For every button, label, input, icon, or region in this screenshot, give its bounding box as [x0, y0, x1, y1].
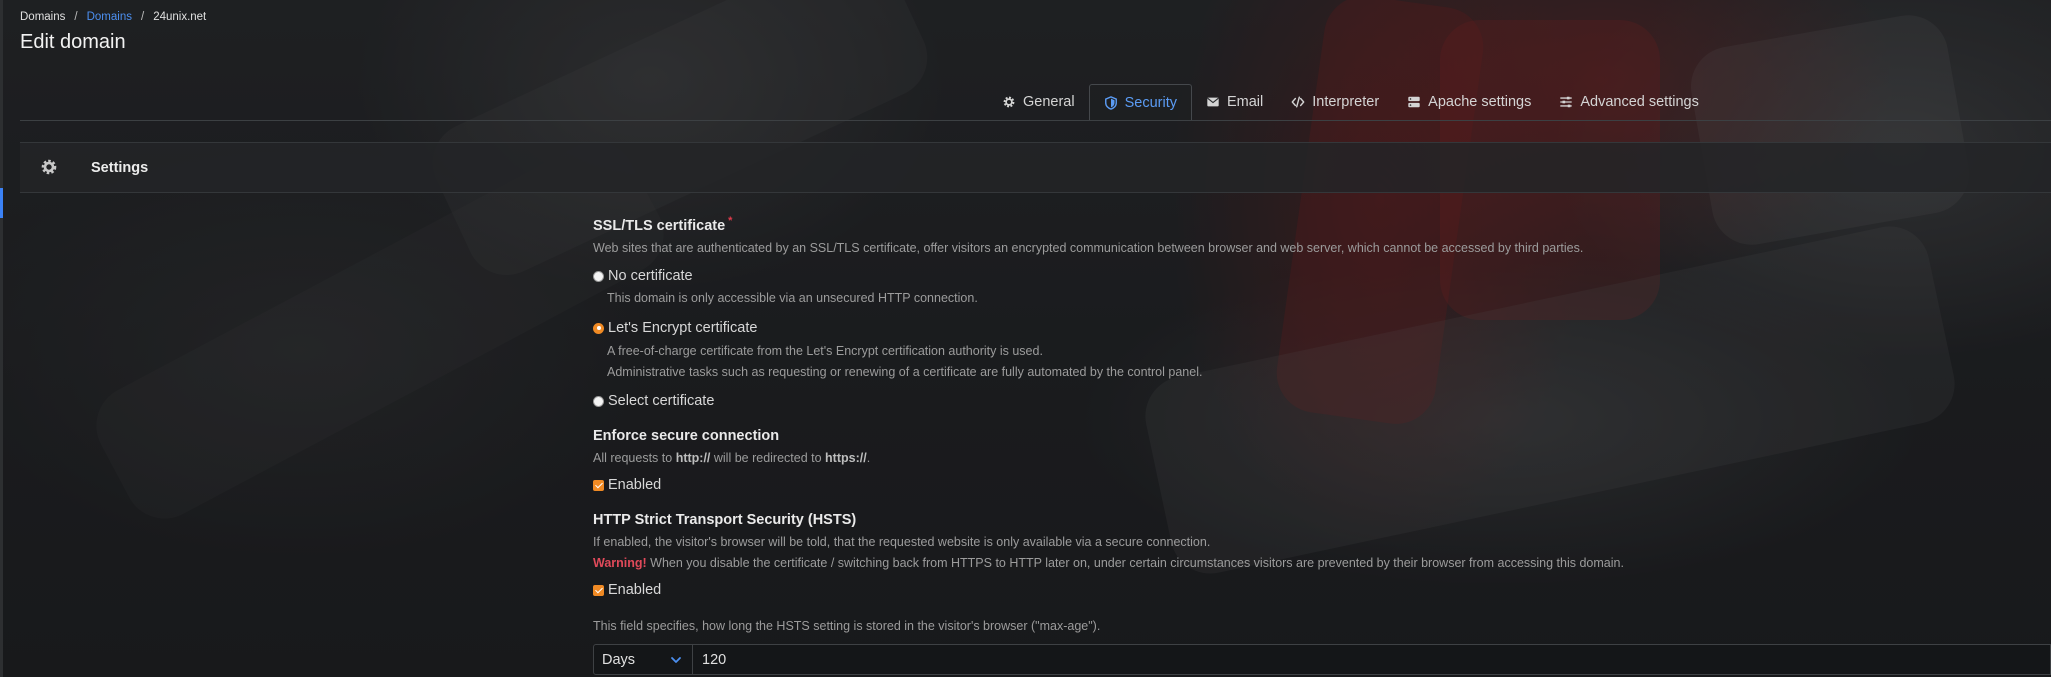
settings-panel-header: Settings: [20, 142, 2051, 193]
radio-select-certificate[interactable]: Select certificate: [593, 393, 714, 409]
tab-advanced-settings[interactable]: Advanced settings: [1545, 84, 1713, 120]
enforce-desc-http: http://: [675, 451, 711, 465]
tab-general[interactable]: General: [988, 84, 1089, 120]
hsts-enabled-checkbox[interactable]: Enabled: [593, 582, 661, 598]
tab-label: Apache settings: [1428, 94, 1532, 110]
shield-icon: [1104, 96, 1117, 110]
enforce-desc-prefix: All requests to: [593, 451, 676, 465]
enforce-desc-middle: will be redirected to: [710, 451, 826, 465]
tab-email[interactable]: Email: [1192, 84, 1277, 120]
tab-security[interactable]: Security: [1088, 84, 1192, 121]
gear-icon: [1003, 96, 1015, 108]
tab-bar: General Security Email Interpreter Apach…: [988, 84, 1713, 121]
hsts-maxage-description: This field specifies, how long the HSTS …: [593, 619, 1101, 633]
breadcrumb-separator: /: [74, 11, 78, 23]
ssl-title: SSL/TLS certificate *: [593, 215, 733, 234]
ssl-description: Web sites that are authenticated by an S…: [593, 241, 1584, 255]
enforce-enabled-checkbox[interactable]: Enabled: [593, 477, 661, 493]
hsts-title: HTTP Strict Transport Security (HSTS): [593, 512, 857, 528]
maxage-unit-select[interactable]: Days: [593, 644, 693, 675]
required-mark: *: [728, 215, 733, 227]
radio-button[interactable]: [593, 395, 604, 407]
radio-no-certificate[interactable]: No certificate: [593, 268, 693, 284]
tab-label: Email: [1226, 94, 1264, 110]
checkbox-label: Enabled: [608, 477, 662, 493]
tab-label: Interpreter: [1312, 94, 1380, 110]
breadcrumb-separator: /: [140, 11, 145, 23]
breadcrumb: Domains / Domains / 24unix.net: [20, 11, 206, 23]
enforce-desc-suffix: .: [866, 451, 871, 465]
envelope-icon: [1207, 97, 1219, 107]
tab-label: Security: [1124, 95, 1177, 111]
breadcrumb-current: 24unix.net: [153, 11, 207, 23]
enforce-desc-https: https://: [825, 451, 867, 465]
code-icon: [1291, 96, 1305, 108]
warning-label: Warning!: [593, 556, 647, 570]
select-value: Days: [602, 651, 636, 668]
hsts-description: If enabled, the visitor's browser will b…: [593, 535, 1211, 549]
tab-interpreter[interactable]: Interpreter: [1277, 84, 1393, 120]
tab-label: Advanced settings: [1580, 94, 1699, 110]
no-certificate-desc: This domain is only accessible via an un…: [607, 291, 978, 305]
settings-title: Settings: [91, 160, 149, 176]
radio-label: Let's Encrypt certificate: [608, 320, 758, 336]
breadcrumb-root[interactable]: Domains: [20, 11, 65, 23]
breadcrumb-link-domains[interactable]: Domains: [87, 11, 132, 23]
sliders-icon: [1560, 96, 1573, 108]
letsencrypt-desc-1: A free-of-charge certificate from the Le…: [607, 344, 1043, 358]
chevron-down-icon: [671, 657, 681, 663]
main-content: Domains / Domains / 24unix.net Edit doma…: [0, 0, 2051, 677]
server-icon: [1408, 96, 1420, 108]
letsencrypt-desc-2: Administrative tasks such as requesting …: [607, 365, 1203, 379]
warning-text: When you disable the certificate / switc…: [646, 556, 1624, 570]
maxage-value-input[interactable]: [693, 644, 2051, 675]
tabs-divider: [20, 120, 2051, 121]
hsts-warning: Warning! When you disable the certificat…: [593, 556, 1624, 570]
page-title: Edit domain: [20, 31, 126, 53]
tab-label: General: [1023, 94, 1075, 110]
radio-button-selected[interactable]: [593, 322, 604, 334]
tab-apache-settings[interactable]: Apache settings: [1393, 84, 1545, 120]
enforce-title: Enforce secure connection: [593, 428, 780, 444]
radio-button[interactable]: [593, 270, 604, 282]
gear-icon: [41, 159, 57, 175]
radio-label: No certificate: [608, 268, 693, 284]
checkbox-checked[interactable]: [593, 584, 604, 596]
radio-letsencrypt-certificate[interactable]: Let's Encrypt certificate: [593, 320, 757, 336]
checkbox-checked[interactable]: [593, 479, 604, 491]
enforce-description: All requests to http:// will be redirect…: [593, 451, 870, 465]
checkbox-label: Enabled: [608, 582, 662, 598]
ssl-title-text: SSL/TLS certificate: [593, 218, 726, 234]
radio-label: Select certificate: [608, 393, 715, 409]
